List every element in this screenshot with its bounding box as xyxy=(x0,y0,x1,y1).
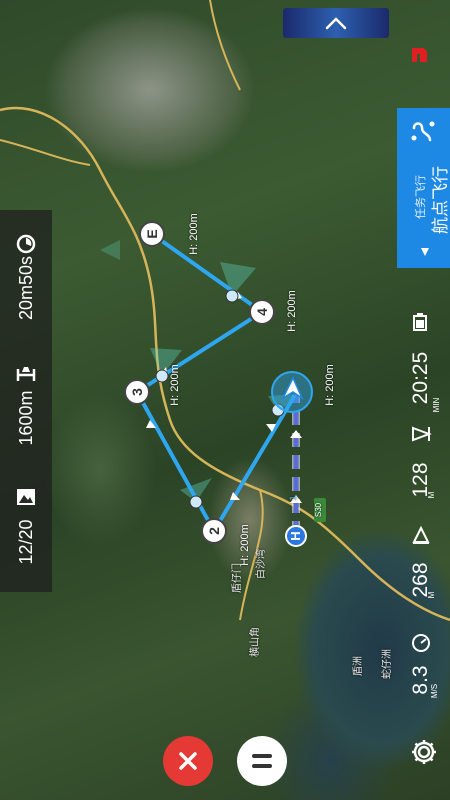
photo-point xyxy=(189,495,203,509)
chevron-up-icon xyxy=(325,17,347,30)
cancel-mission-button[interactable] xyxy=(163,736,213,786)
road-label: S30 xyxy=(314,498,326,522)
mission-mode-title: 航点飞行 xyxy=(431,166,450,234)
mission-mode-selector[interactable]: 任务飞行 航点飞行 xyxy=(397,108,450,268)
photo-count-value: 12/20 xyxy=(16,519,36,565)
waypoint-3-marker[interactable]: 3 xyxy=(124,379,150,405)
battery-icon xyxy=(413,313,427,331)
battery-time-unit: MIN xyxy=(432,397,441,413)
waypoint-e-altitude: H: 200m xyxy=(188,213,200,255)
mission-mode-subtitle: 任务飞行 xyxy=(415,175,427,219)
photo-icon xyxy=(17,489,35,505)
satellite-map[interactable]: E 4 3 2 H H: 200m H: 200m H: 200m H: 200… xyxy=(0,0,450,800)
photo-point xyxy=(225,289,239,303)
waypoint-1-label: 1 xyxy=(288,495,298,501)
altitude-stat: 268 M xyxy=(392,520,450,598)
collapse-panel-button[interactable] xyxy=(283,8,389,38)
pause-mission-button[interactable] xyxy=(237,736,287,786)
camera-cone xyxy=(220,262,256,296)
flight-duration-value: 20m50s xyxy=(16,255,36,321)
waypoint-2-marker[interactable]: 2 xyxy=(201,518,227,544)
waypoint-3-altitude: H: 200m xyxy=(169,364,181,406)
photo-point xyxy=(155,369,169,383)
close-icon xyxy=(179,752,197,770)
waypoint-4-altitude: H: 200m xyxy=(286,290,298,332)
waypoint-4-marker[interactable]: 4 xyxy=(249,299,275,325)
settings-button[interactable] xyxy=(410,738,438,766)
map-label: 白沙湾 xyxy=(256,549,267,579)
speed-stat: 8.3 M/S xyxy=(392,628,450,698)
altitude-unit: M xyxy=(427,591,436,599)
home-distance-stat: 128 M xyxy=(392,420,450,498)
map-label: 盾洲 xyxy=(353,656,364,676)
pause-icon xyxy=(252,754,272,768)
distance-arrow-icon xyxy=(412,426,432,442)
gear-icon xyxy=(412,740,436,764)
route-distance-stat: 1600m xyxy=(0,358,52,448)
speed-unit: M/S xyxy=(430,683,439,699)
map-label: 横山角 xyxy=(250,627,261,657)
route-distance-value: 1600m xyxy=(16,390,36,446)
battery-time-stat: 20:25 MIN xyxy=(392,310,450,412)
battery-time-value: 20:25 xyxy=(409,351,432,405)
home-point-marker[interactable]: H xyxy=(285,525,307,547)
dji-logo-icon xyxy=(408,44,430,66)
flight-duration-stat: 20m50s xyxy=(0,224,52,320)
photo-count-stat: 12/20 xyxy=(0,480,52,570)
route-arrow xyxy=(290,430,302,438)
road xyxy=(209,0,241,91)
camera-cone xyxy=(100,240,120,260)
triangle-down-icon xyxy=(421,248,429,256)
road xyxy=(0,139,91,166)
mission-summary-panel: 20m50s 1600m 12/20 xyxy=(0,210,52,592)
map-label: 盾仔门 xyxy=(232,563,243,593)
waypoint-1-altitude: H: 200m xyxy=(324,364,336,406)
timer-icon xyxy=(16,234,36,254)
route-icon xyxy=(411,121,435,142)
road xyxy=(0,106,450,622)
map-label: 蛇仔洲 xyxy=(382,649,393,679)
altitude-icon xyxy=(412,525,430,544)
home-distance-unit: M xyxy=(427,491,436,499)
waypoint-e-marker[interactable]: E xyxy=(139,221,165,247)
